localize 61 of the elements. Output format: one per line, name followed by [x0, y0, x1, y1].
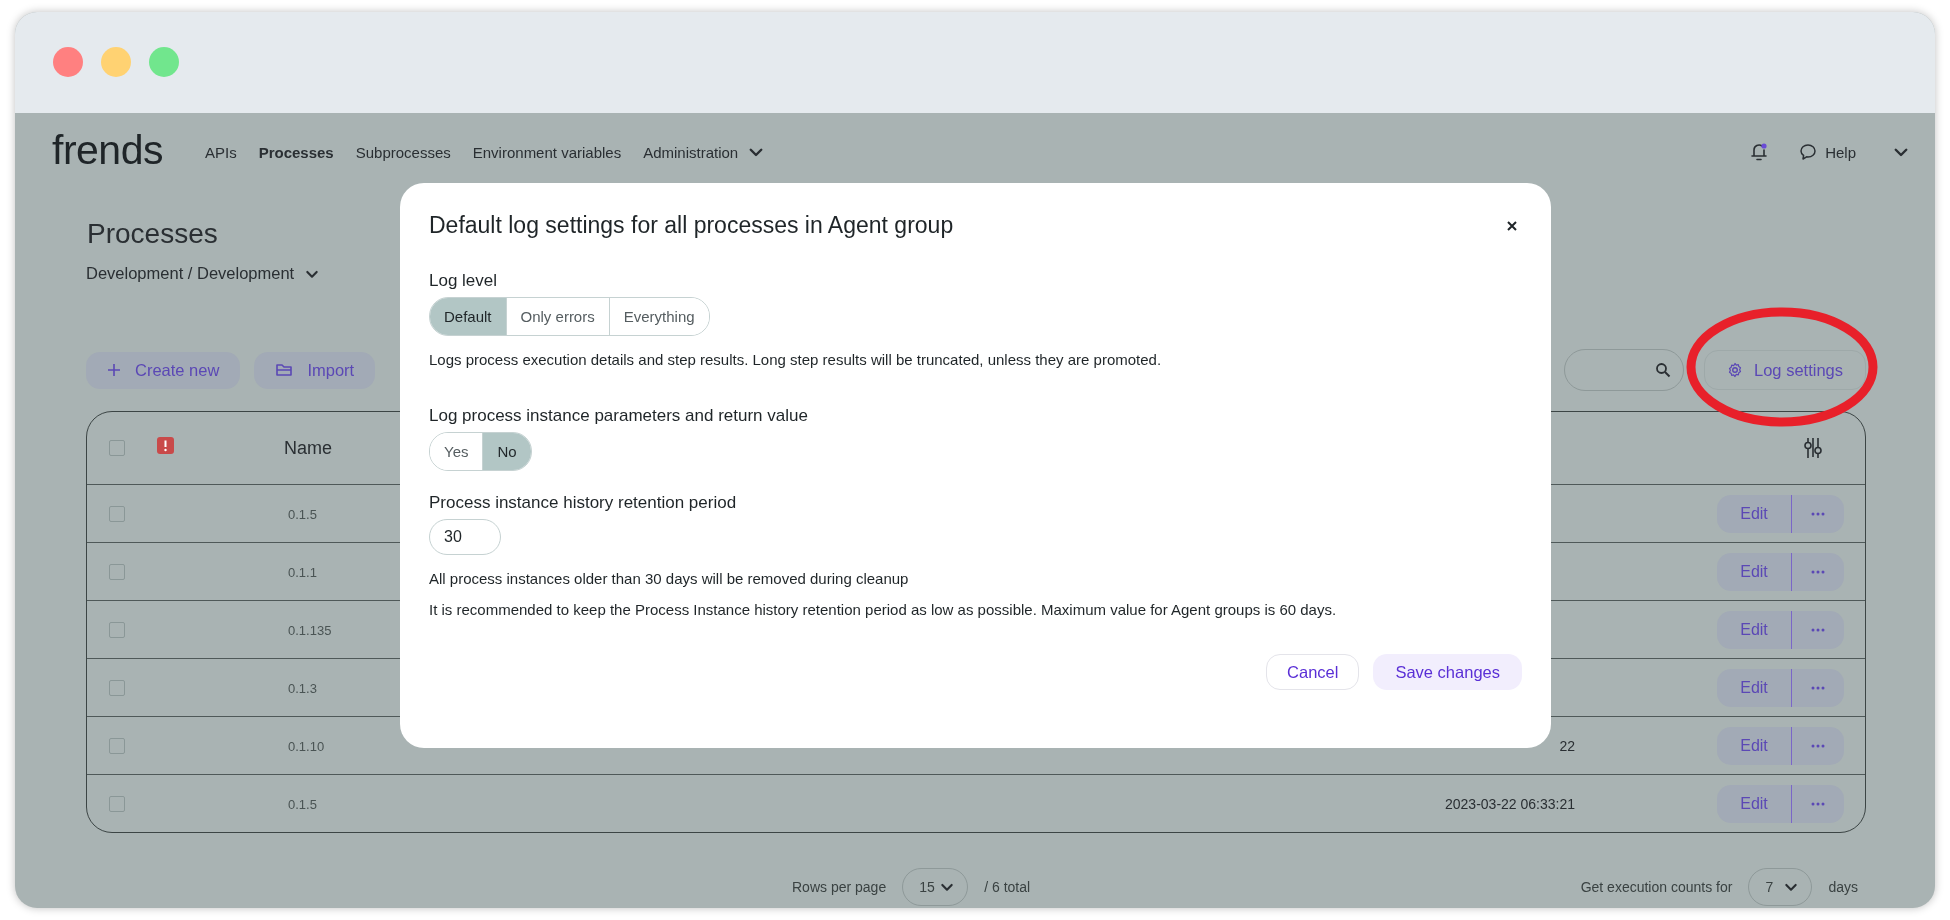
maximize-button[interactable]: [149, 46, 179, 77]
more-icon: [1811, 569, 1825, 574]
alert-icon: [157, 437, 174, 454]
note-text: All process instances older than 30 days will be removed during cleanup: [429, 570, 910, 587]
checkbox[interactable]: [109, 440, 125, 456]
checkbox[interactable]: [109, 621, 125, 638]
log-settings-button[interactable]: Log settings: [1704, 350, 1866, 390]
description-text: Logs process execution details and step results. Long step results will be truncated, unless they are promoted.: [429, 351, 1163, 368]
nav-item[interactable]: Administration: [643, 143, 766, 161]
input-field[interactable]: 30: [429, 519, 501, 555]
chat-bubble-icon: [1799, 143, 1818, 161]
more-icon: [1811, 685, 1825, 690]
nav-item[interactable]: Subprocesses: [355, 143, 451, 161]
segment-option[interactable]: Default: [430, 298, 506, 335]
gear-icon: [1727, 362, 1743, 378]
logo: frends: [52, 126, 163, 174]
field-label: Process instance history retention period: [429, 493, 738, 513]
field-label: Log process instance parameters and return value: [429, 406, 809, 426]
table-cell-text: 0.1.1: [287, 564, 317, 580]
minimize-button[interactable]: [101, 46, 131, 77]
total-count: / 6 total: [984, 879, 1031, 895]
checkbox[interactable]: [109, 505, 125, 522]
checkbox[interactable]: [109, 563, 125, 580]
close-icon[interactable]: [1506, 219, 1518, 232]
dialog-title: Default log settings for all processes in Agent group: [429, 212, 954, 239]
save-button[interactable]: Save changes: [1373, 654, 1522, 690]
column-header: Name: [284, 437, 332, 458]
nav-item[interactable]: Environment variables: [472, 143, 622, 161]
field-label: Log level: [429, 271, 499, 291]
more-icon: [1811, 801, 1825, 806]
checkbox[interactable]: [109, 795, 125, 812]
nav-item[interactable]: APIs: [204, 143, 237, 161]
checkbox[interactable]: [109, 679, 125, 696]
sliders-icon[interactable]: [1804, 437, 1822, 459]
bell-icon[interactable]: [1749, 141, 1770, 163]
segment-option[interactable]: No: [482, 433, 531, 470]
table-cell-text: 0.1.135: [287, 622, 332, 638]
table-cell-text: 0.1.5: [287, 506, 317, 522]
execution-counts-label: Get execution counts for: [1580, 879, 1733, 895]
table-cell-text: 0.1.10: [287, 738, 325, 754]
table-cell: 22: [1559, 737, 1575, 754]
segment-option[interactable]: Everything: [608, 298, 709, 335]
plus-icon: [107, 363, 121, 377]
nav-item[interactable]: Processes: [258, 143, 334, 161]
cancel-button[interactable]: Cancel: [1266, 654, 1360, 690]
more-icon: [1811, 743, 1825, 748]
more-icon: [1811, 511, 1825, 516]
table-cell-text: 0.1.5: [287, 796, 317, 812]
help-button[interactable]: Help: [1799, 143, 1856, 161]
note-text: It is recommended to keep the Process Instance history retention period as low as possible. Maximum value for Agent groups is 60 days.: [429, 601, 1338, 618]
table-cell: 2023-03-22 06:33:21: [1445, 795, 1575, 812]
rows-per-page-label: Rows per page: [792, 879, 887, 895]
table-cell-text: 0.1.3: [287, 680, 317, 696]
close-button[interactable]: [53, 46, 83, 77]
days-label: days: [1828, 879, 1858, 895]
page-title: Processes: [87, 217, 218, 251]
checkbox[interactable]: [109, 737, 125, 754]
folder-icon: [275, 362, 294, 378]
more-icon: [1811, 627, 1825, 632]
search-icon: [1655, 362, 1671, 378]
environment-selector[interactable]: Development / Development: [86, 264, 321, 283]
